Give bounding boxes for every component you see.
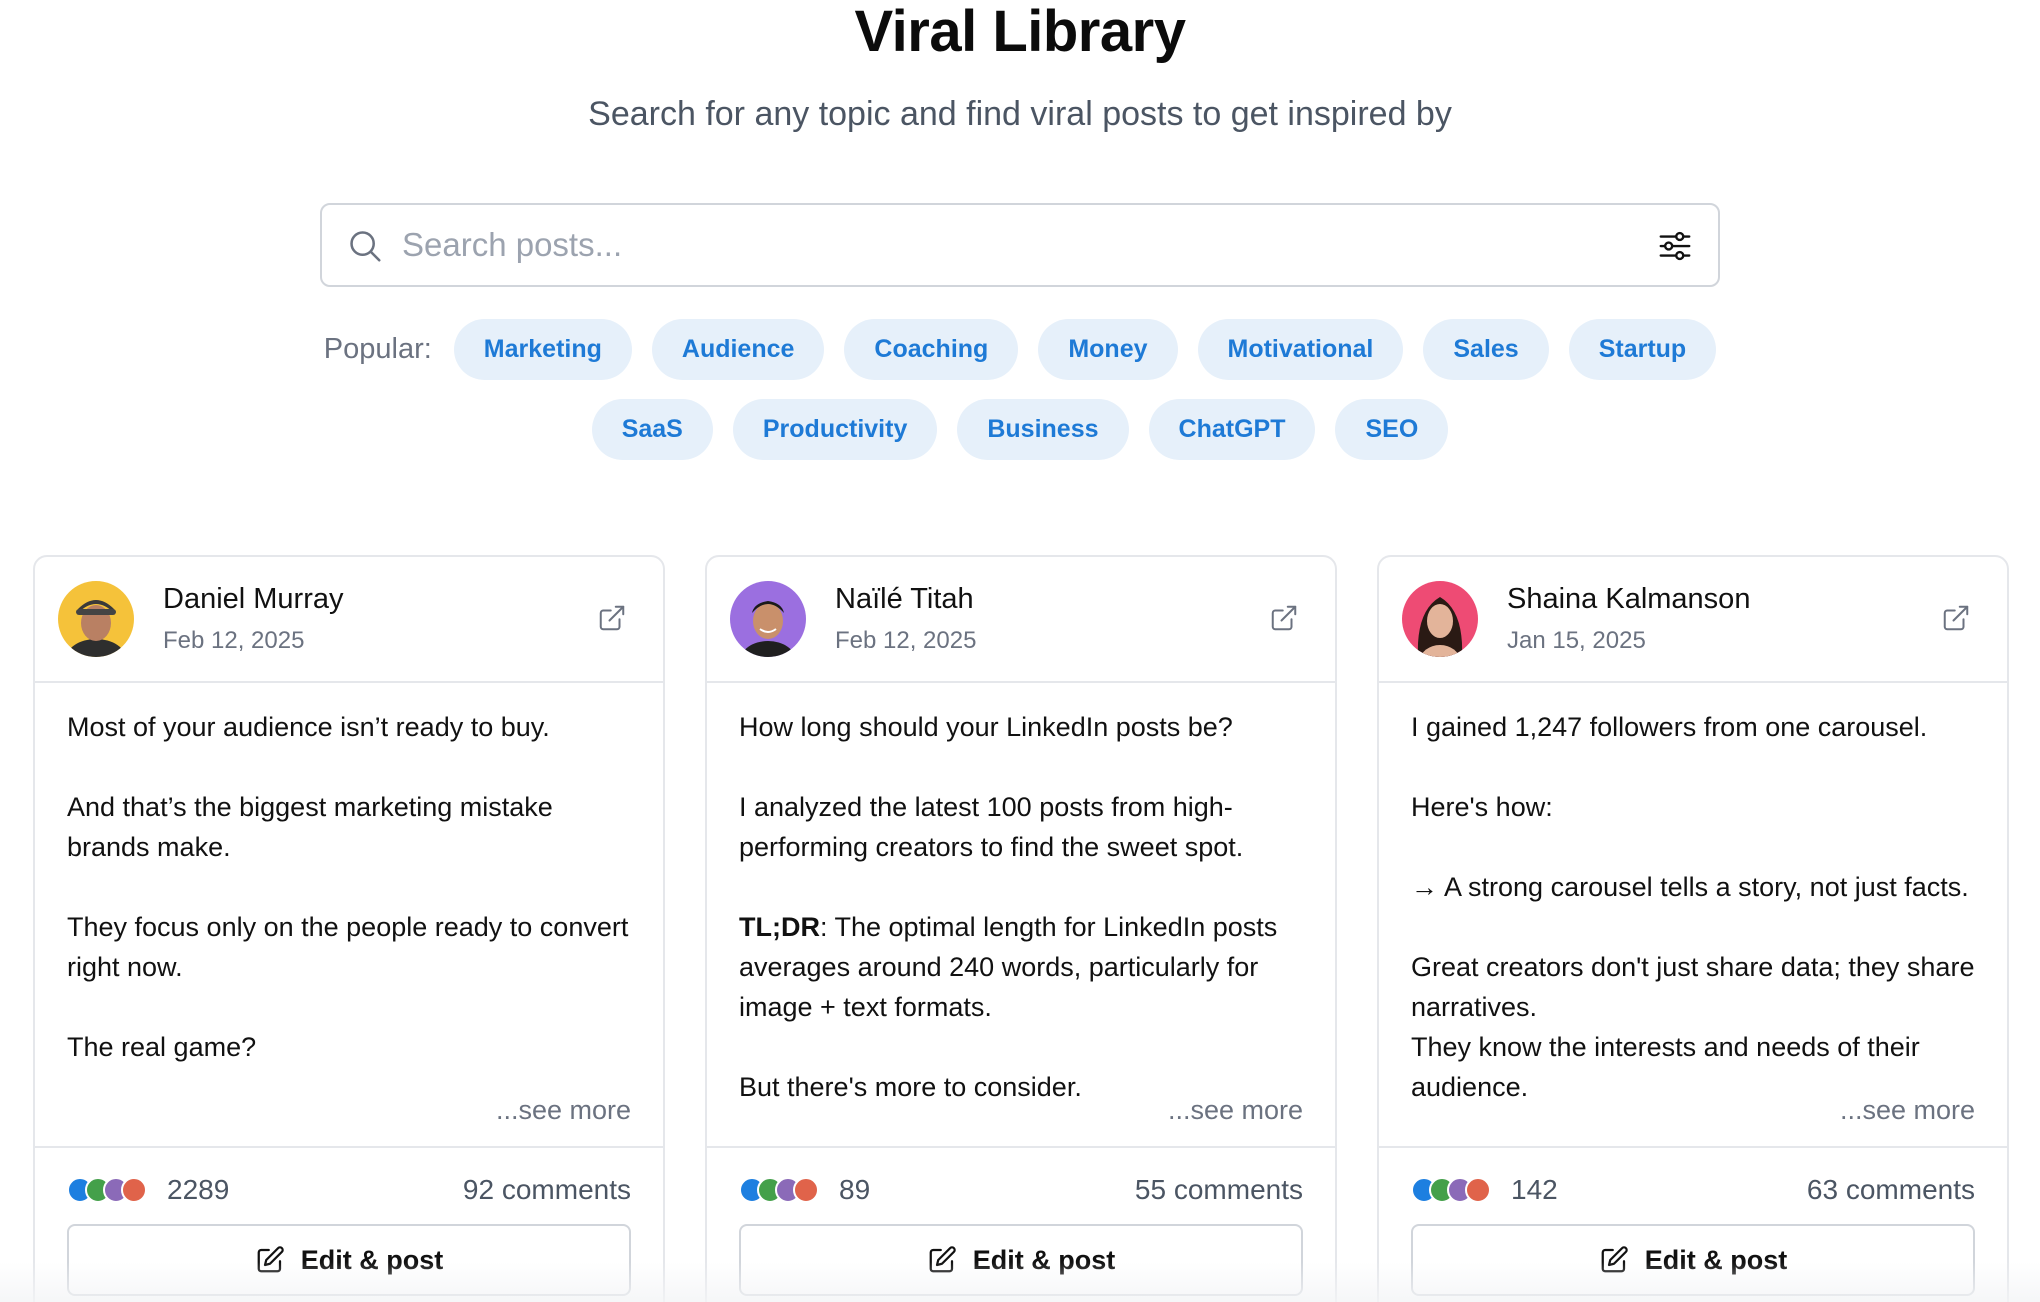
post-text: I gained 1,247 followers from one carous…	[1411, 707, 1975, 1107]
tldr-label: TL;DR	[739, 912, 820, 942]
tag-money[interactable]: Money	[1038, 319, 1178, 380]
edit-and-post-button[interactable]: Edit & post	[739, 1224, 1303, 1296]
edit-and-post-button[interactable]: Edit & post	[1411, 1224, 1975, 1296]
comment-count[interactable]: 63 comments	[1807, 1174, 1975, 1206]
post-line: TL;DR: The optimal length for LinkedIn p…	[739, 907, 1303, 1027]
post-stats: 2289 92 comments	[67, 1148, 631, 1232]
reaction-icons	[739, 1177, 819, 1203]
reaction-icons	[1411, 1177, 1491, 1203]
tag-seo[interactable]: SEO	[1335, 399, 1449, 460]
author-name[interactable]: Shaina Kalmanson	[1507, 583, 1750, 616]
post-card: Daniel Murray Feb 12, 2025 Most of your …	[33, 555, 665, 1302]
external-link-icon[interactable]	[597, 603, 627, 633]
post-card-header: Shaina Kalmanson Jan 15, 2025	[1379, 557, 2007, 683]
search-bar[interactable]	[320, 203, 1720, 287]
tag-startup[interactable]: Startup	[1568, 319, 1717, 380]
search-input[interactable]	[402, 217, 1602, 273]
see-more-link[interactable]: ...see more	[1151, 1090, 1303, 1130]
avatar	[1402, 581, 1478, 657]
post-date: Feb 12, 2025	[163, 627, 305, 654]
post-stats: 142 63 comments	[1411, 1148, 1975, 1232]
post-line: I analyzed the latest 100 posts from hig…	[739, 792, 1244, 862]
edit-icon	[257, 1246, 284, 1273]
page-title: Viral Library	[854, 0, 1186, 64]
tag-motivational[interactable]: Motivational	[1197, 319, 1404, 380]
post-card-header: Naïlé Titah Feb 12, 2025	[707, 557, 1335, 683]
author-name[interactable]: Daniel Murray	[163, 583, 344, 616]
external-link-icon[interactable]	[1269, 603, 1299, 633]
post-body: How long should your LinkedIn posts be? …	[707, 683, 1335, 1148]
tag-chatgpt[interactable]: ChatGPT	[1148, 399, 1316, 460]
filter-sliders-icon[interactable]	[1656, 227, 1694, 265]
edit-icon	[929, 1246, 956, 1273]
page-subtitle: Search for any topic and find viral post…	[588, 95, 1452, 133]
tag-audience[interactable]: Audience	[651, 319, 825, 380]
tag-coaching[interactable]: Coaching	[844, 319, 1019, 380]
tag-sales[interactable]: Sales	[1423, 319, 1549, 380]
popular-label: Popular:	[323, 333, 432, 365]
author-name[interactable]: Naïlé Titah	[835, 583, 974, 616]
reactions[interactable]: 89	[739, 1174, 870, 1206]
external-link-icon[interactable]	[1941, 603, 1971, 633]
post-line: Here's how:	[1411, 792, 1553, 822]
tag-marketing[interactable]: Marketing	[453, 319, 632, 380]
tag-saas[interactable]: SaaS	[591, 399, 713, 460]
reactions[interactable]: 2289	[67, 1174, 229, 1206]
tag-productivity[interactable]: Productivity	[732, 399, 938, 460]
post-line: Most of your audience isn’t ready to buy…	[67, 712, 550, 742]
tldr-text: : The optimal length for LinkedIn posts …	[739, 912, 1278, 1022]
post-line: How long should your LinkedIn posts be?	[739, 712, 1233, 742]
search-icon	[350, 231, 381, 262]
edit-and-post-label: Edit & post	[972, 1244, 1116, 1275]
post-stats: 89 55 comments	[739, 1148, 1303, 1232]
edit-icon	[1601, 1246, 1628, 1273]
see-more-link[interactable]: ...see more	[1823, 1090, 1975, 1130]
post-line: They focus only on the people ready to c…	[67, 912, 629, 982]
tag-business[interactable]: Business	[957, 399, 1129, 460]
post-line: And that’s the biggest marketing mistake…	[67, 792, 553, 862]
see-more-link[interactable]: ...see more	[479, 1090, 631, 1130]
post-text: Most of your audience isn’t ready to buy…	[67, 707, 631, 1107]
comment-count[interactable]: 92 comments	[463, 1174, 631, 1206]
post-body: Most of your audience isn’t ready to buy…	[35, 683, 663, 1148]
popular-tags-row: SaaS Productivity Business ChatGPT SEO	[0, 399, 2040, 460]
reaction-count: 142	[1511, 1174, 1558, 1205]
post-card-header: Daniel Murray Feb 12, 2025	[35, 557, 663, 683]
post-line: → A strong carousel tells a story, not j…	[1411, 872, 1969, 902]
edit-and-post-label: Edit & post	[1644, 1244, 1788, 1275]
edit-and-post-label: Edit & post	[300, 1244, 444, 1275]
reaction-count: 89	[839, 1174, 871, 1205]
post-date: Jan 15, 2025	[1507, 627, 1646, 654]
post-line: The real game?	[67, 1032, 257, 1062]
post-card: Shaina Kalmanson Jan 15, 2025 I gained 1…	[1377, 555, 2009, 1302]
post-date: Feb 12, 2025	[835, 627, 977, 654]
reactions[interactable]: 142	[1411, 1174, 1558, 1206]
post-line: Great creators don't just share data; th…	[1411, 952, 1975, 1022]
popular-tags-row: Popular: Marketing Audience Coaching Mon…	[0, 319, 2040, 380]
avatar	[730, 581, 806, 657]
comment-count[interactable]: 55 comments	[1135, 1174, 1303, 1206]
love-reaction-icon	[121, 1177, 147, 1203]
post-body: I gained 1,247 followers from one carous…	[1379, 683, 2007, 1148]
love-reaction-icon	[793, 1177, 819, 1203]
post-line: I gained 1,247 followers from one carous…	[1411, 712, 1928, 742]
edit-and-post-button[interactable]: Edit & post	[67, 1224, 631, 1296]
avatar	[58, 581, 134, 657]
reaction-icons	[67, 1177, 147, 1203]
love-reaction-icon	[1465, 1177, 1491, 1203]
reaction-count: 2289	[167, 1174, 230, 1205]
post-text: How long should your LinkedIn posts be? …	[739, 707, 1303, 1107]
post-card: Naïlé Titah Feb 12, 2025 How long should…	[705, 555, 1337, 1302]
